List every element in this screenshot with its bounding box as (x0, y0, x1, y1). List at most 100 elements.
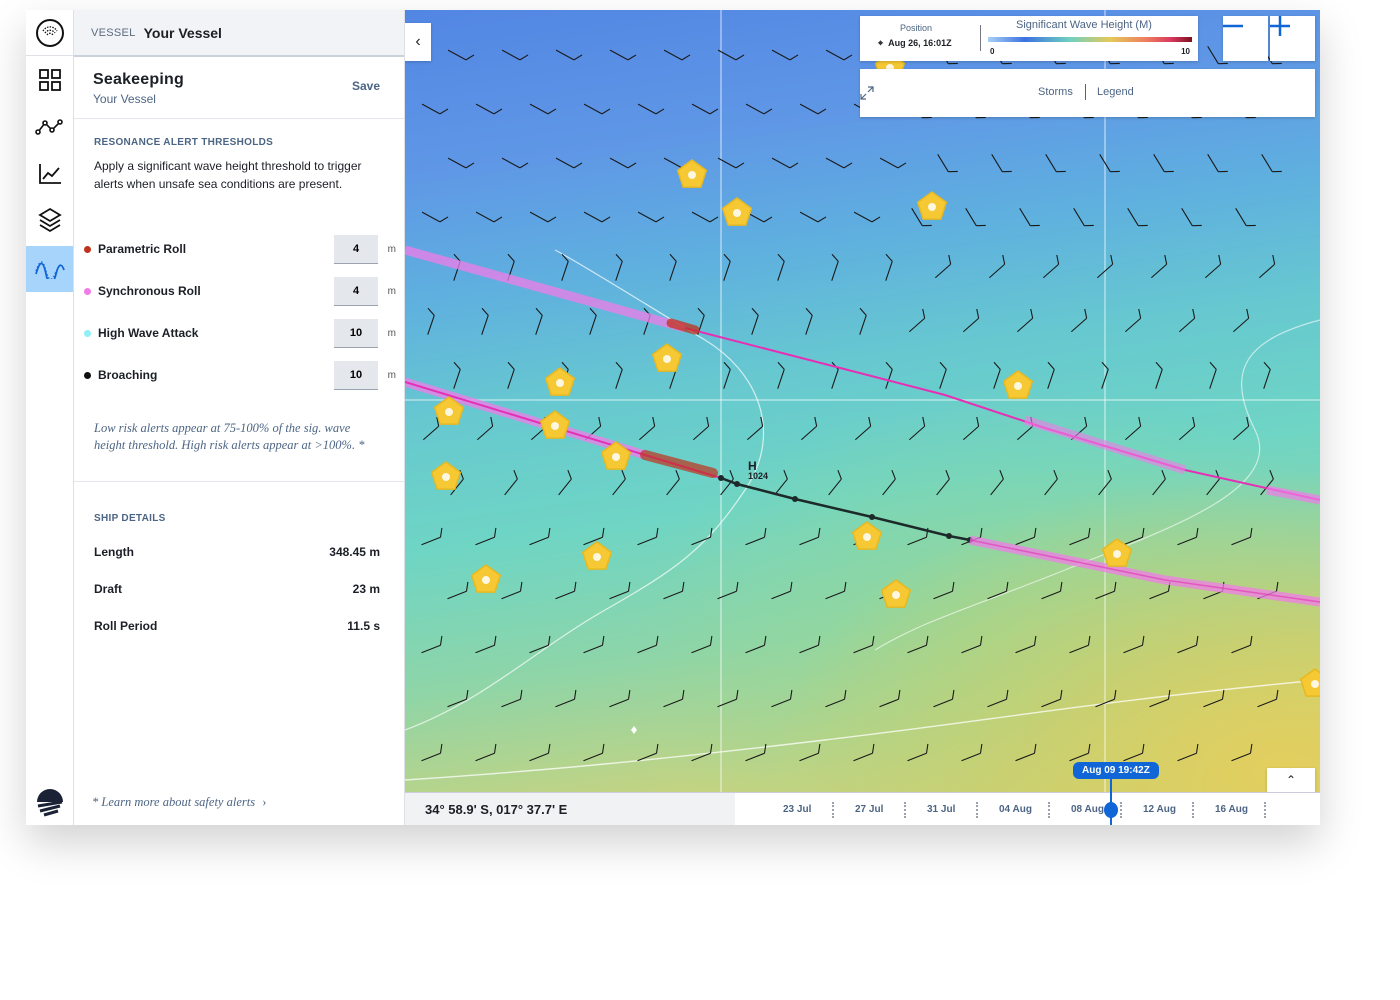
wind-barb (1181, 208, 1202, 227)
wind-barb (1152, 470, 1166, 496)
zoom-in-button[interactable] (1270, 16, 1315, 61)
zoom-out-button[interactable] (1223, 16, 1268, 61)
wind-barb (663, 689, 685, 708)
wind-barb (799, 211, 827, 223)
wind-barb (777, 361, 785, 389)
wind-barb (965, 208, 986, 227)
wind-barb (717, 49, 745, 61)
seakeeping-panel: VESSEL Your Vessel Seakeeping Your Vesse… (74, 10, 405, 825)
wind-barb (691, 211, 719, 223)
wind-barb (1231, 743, 1253, 762)
wind-barb (991, 154, 1012, 173)
route-line (684, 327, 1320, 501)
wind-barb (799, 743, 821, 762)
timeline-tick (832, 802, 834, 818)
expand-icon[interactable] (860, 86, 874, 100)
storms-tab[interactable]: Storms (1038, 86, 1073, 98)
wind-barb (1069, 527, 1091, 546)
divider (74, 481, 405, 482)
expand-timeline-button[interactable]: ⌃ (1267, 768, 1315, 792)
save-button[interactable]: Save (352, 79, 380, 93)
risk-note: Low risk alerts appear at 75-100% of the… (94, 421, 365, 452)
threshold-unit: m (387, 327, 396, 339)
wind-barb (583, 211, 611, 223)
collapse-panel-button[interactable]: ‹ (405, 23, 431, 61)
wind-barb (507, 361, 515, 389)
timeline-date[interactable]: 08 Aug (1071, 804, 1104, 815)
wind-barb (961, 743, 983, 762)
chevron-right-icon: › (262, 795, 267, 809)
storm-marker-center (445, 408, 453, 416)
position-time: Aug 26, 16:01Z (888, 38, 952, 48)
threshold-label: Broaching (98, 368, 158, 382)
timeline-date[interactable]: 23 Jul (783, 804, 811, 815)
wind-barb (1016, 308, 1034, 333)
timeline-date[interactable]: 04 Aug (999, 804, 1032, 815)
wind-barb (475, 743, 497, 762)
dashboard-icon[interactable] (26, 57, 73, 103)
wind-barb (535, 307, 543, 335)
wind-barb (447, 581, 469, 600)
wind-barb (453, 361, 461, 389)
threshold-input[interactable] (334, 234, 378, 264)
wind-barb (1177, 635, 1199, 654)
resonance-description: Apply a significant wave height threshol… (94, 159, 362, 191)
position-marker (631, 726, 637, 734)
timeline-date[interactable]: 16 Aug (1215, 804, 1248, 815)
timeline-tick (1192, 802, 1194, 818)
wind-barb (1042, 254, 1060, 279)
ship-details-heading: SHIP DETAILS (94, 513, 166, 524)
minus-icon (1223, 24, 1243, 28)
location-pin-icon: ⌖ (878, 38, 884, 48)
threshold-input[interactable] (334, 276, 378, 306)
wind-barb (1041, 689, 1063, 708)
wind-barb (1232, 308, 1250, 333)
chart-icon[interactable] (26, 151, 73, 197)
legend-max: 10 (1181, 47, 1190, 56)
wind-barb (859, 307, 867, 335)
wind-barb (691, 743, 713, 762)
wind-barb (908, 416, 926, 441)
wind-barb (1123, 635, 1145, 654)
storm-marker-center (892, 591, 900, 599)
wind-barb (447, 49, 475, 61)
wind-barb (583, 527, 605, 546)
app-logo-icon[interactable] (26, 10, 73, 56)
wind-barb (990, 470, 1004, 496)
timeline-bar: 34° 58.9' S, 017° 37.7' E 23 Jul 27 Jul 31… (405, 775, 1320, 825)
threshold-label: High Wave Attack (98, 326, 199, 340)
wind-barb (1127, 208, 1148, 227)
wind-barb (799, 635, 821, 654)
layers-icon[interactable] (26, 198, 73, 244)
wind-barb (1232, 416, 1250, 441)
timeline-date[interactable]: 12 Aug (1143, 804, 1176, 815)
wind-barb (421, 211, 449, 223)
wind-barb (825, 581, 847, 600)
position-legend-box: Position ⌖ Aug 26, 16:01Z Significant Wav… (860, 16, 1198, 61)
threshold-row: High Wave Attack m (84, 318, 396, 348)
time-scrubber-handle[interactable] (1104, 802, 1118, 818)
legend-tab[interactable]: Legend (1097, 86, 1134, 98)
wind-barb (907, 635, 929, 654)
wind-barb (799, 103, 827, 115)
storm-marker-center (612, 453, 620, 461)
threshold-input[interactable] (334, 360, 378, 390)
map-view[interactable]: ‹ Position ⌖ Aug 26, 16:01Z Significant W… (405, 10, 1320, 792)
wind-barb (1178, 416, 1196, 441)
detail-value: 23 m (352, 582, 380, 596)
wind-barb (1099, 154, 1120, 173)
alert-color-dot (84, 371, 91, 379)
alert-color-dot (84, 287, 91, 295)
wind-barb (663, 581, 685, 600)
wind-barb (987, 689, 1009, 708)
wind-barb (1204, 254, 1222, 279)
wind-barb (475, 527, 497, 546)
learn-more-link[interactable]: * Learn more about safety alerts › (92, 795, 266, 810)
timeline-date[interactable]: 27 Jul (855, 804, 883, 815)
timeline-date[interactable]: 31 Jul (927, 804, 955, 815)
storm-marker-center (593, 553, 601, 561)
threshold-input[interactable] (334, 318, 378, 348)
route-icon[interactable] (26, 104, 73, 150)
seakeeping-wave-icon[interactable] (26, 246, 73, 292)
vessel-name[interactable]: Your Vessel (144, 25, 222, 41)
